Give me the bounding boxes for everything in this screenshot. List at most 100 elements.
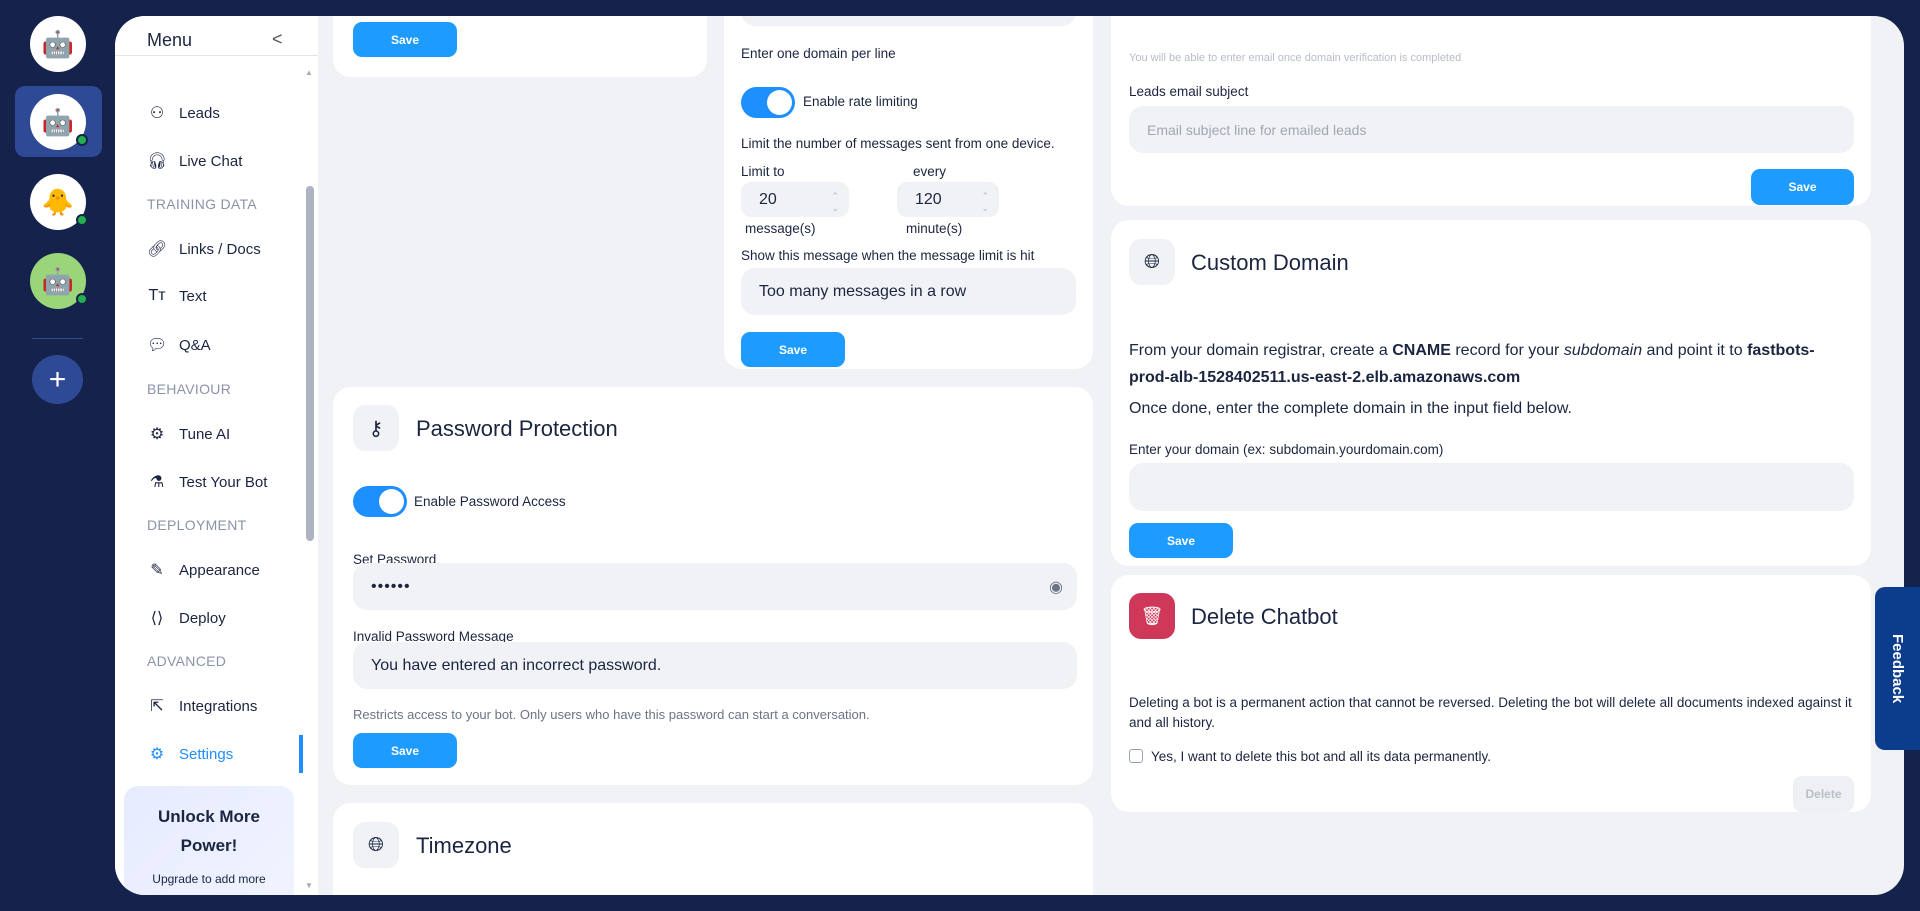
card-title: Custom Domain — [1191, 250, 1349, 275]
bot-avatar-1[interactable]: 🤖 — [30, 94, 88, 150]
save-button[interactable]: Save — [1751, 169, 1854, 205]
minute-interval-input[interactable]: 120 ⌃ ⌄ — [897, 182, 999, 217]
plus-icon: + — [48, 362, 67, 396]
limit-message-input[interactable]: Too many messages in a row — [741, 268, 1076, 315]
card-title: Password Protection — [416, 416, 618, 441]
leads-email-subject-input[interactable]: Email subject line for emailed leads — [1129, 106, 1854, 153]
text-icon: Tт — [148, 287, 166, 304]
bot-avatar-3[interactable]: 🤖 — [30, 253, 88, 309]
sidebar-menu: Menu < ▲ ▼ ⚇ Leads 🎧︎ Live Chat TRAINING D… — [115, 16, 318, 895]
domain-instructions: Once done, enter the complete domain in … — [1129, 400, 1572, 417]
key-icon: ⚷ — [353, 405, 399, 451]
scrollbar-thumb[interactable] — [306, 186, 314, 541]
sidebar-item-links-docs[interactable]: 🔗︎ Links / Docs — [147, 239, 261, 259]
sliders-icon: ⚙︎ — [149, 426, 165, 443]
eye-icon[interactable]: ◉ — [1049, 577, 1063, 597]
headset-icon: 🎧︎ — [147, 153, 168, 170]
section-behaviour: BEHAVIOUR — [147, 381, 232, 397]
rate-limiting-card: Enter one domain per line Enable rate li… — [724, 16, 1093, 369]
minutes-unit: minute(s) — [906, 221, 963, 236]
promo-text: Upgrade to add more — [152, 872, 266, 886]
delete-button[interactable]: Delete — [1793, 776, 1854, 812]
card-title: Delete Chatbot — [1191, 604, 1338, 629]
allowed-domains-input[interactable] — [741, 16, 1076, 26]
cname-instructions: From your domain registrar, create a CNA… — [1129, 342, 1815, 386]
menu-title: Menu — [147, 30, 193, 50]
limit-to-label: Limit to — [741, 164, 785, 179]
password-access-label: Enable Password Access — [414, 494, 566, 509]
sidebar-item-deploy[interactable]: ⟨⟩ Deploy — [147, 608, 226, 628]
rate-limiting-toggle[interactable] — [741, 87, 795, 118]
stepper-arrows-icon[interactable]: ⌃ ⌄ — [981, 190, 989, 214]
rail-divider — [32, 338, 83, 339]
sidebar-item-test-your-bot[interactable]: ⚗︎ Test Your Bot — [147, 472, 268, 492]
chat-bubbles-icon: 💬︎ — [147, 337, 168, 354]
bot-avatar-2[interactable]: 🐥 — [30, 174, 88, 230]
password-input[interactable]: •••••• ◉ — [353, 563, 1077, 610]
sidebar-item-settings[interactable]: ⚙︎ Settings — [147, 744, 233, 764]
domain-hint: Enter one domain per line — [741, 46, 896, 61]
section-training-data: TRAINING DATA — [147, 196, 257, 212]
link-icon: 🔗︎ — [147, 241, 168, 258]
invalid-password-message-input[interactable]: You have entered an incorrect password. — [353, 642, 1077, 689]
trash-icon: 🗑︎ — [1129, 593, 1175, 639]
sidebar-item-live-chat[interactable]: 🎧︎ Live Chat — [147, 151, 242, 171]
delete-confirm-label: Yes, I want to delete this bot and all i… — [1151, 749, 1491, 764]
flask-icon: ⚗︎ — [149, 474, 165, 491]
promo-title: Unlock More Power! — [157, 807, 261, 855]
save-button[interactable]: Save — [353, 733, 457, 768]
scroll-up-arrow[interactable]: ▲ — [305, 68, 313, 77]
top-left-card: Save — [333, 16, 707, 77]
domain-input[interactable] — [1129, 463, 1854, 511]
rate-limiting-label: Enable rate limiting — [803, 94, 918, 109]
domain-input-label: Enter your domain (ex: subdomain.yourdom… — [1129, 442, 1444, 457]
password-hint: Restricts access to your bot. Only users… — [353, 707, 870, 722]
globe-clock-icon: 🌐︎ — [353, 822, 399, 868]
sidebar-item-text[interactable]: Tт Text — [147, 287, 206, 305]
card-title: Timezone — [416, 833, 512, 858]
section-deployment: DEPLOYMENT — [147, 517, 247, 533]
online-status-dot — [76, 293, 88, 305]
leads-email-subject-label: Leads email subject — [1129, 84, 1249, 99]
custom-domain-card: 🌐︎ Custom Domain From your domain regist… — [1111, 220, 1871, 566]
bot-logo-avatar[interactable]: 🤖 — [30, 16, 86, 72]
sidebar-item-leads[interactable]: ⚇ Leads — [147, 103, 220, 123]
delete-confirm-checkbox[interactable] — [1129, 749, 1143, 763]
timezone-card: 🌐︎ Timezone — [333, 803, 1093, 895]
save-button[interactable]: Save — [1129, 523, 1233, 558]
rate-limit-description: Limit the number of messages sent from o… — [741, 136, 1055, 151]
add-bot-button[interactable]: + — [32, 355, 83, 404]
upgrade-promo[interactable]: Unlock More Power! Upgrade to add more — [124, 786, 294, 895]
delete-description: Deleting a bot is a permanent action tha… — [1129, 695, 1852, 730]
menu-header-divider — [115, 55, 318, 56]
stepper-arrows-icon[interactable]: ⌃ ⌄ — [831, 190, 839, 214]
password-protection-card: ⚷ Password Protection Enable Password Ac… — [333, 387, 1093, 785]
email-verification-notice: You will be able to enter email once dom… — [1129, 52, 1462, 64]
main-panel: Menu < ▲ ▼ ⚇ Leads 🎧︎ Live Chat TRAINING D… — [115, 16, 1904, 895]
limit-message-label: Show this message when the message limit… — [741, 248, 1035, 263]
sidebar-item-appearance[interactable]: ✎ Appearance — [147, 560, 260, 580]
globe-edit-icon: 🌐︎ — [1129, 239, 1175, 285]
collapse-menu-button[interactable]: < — [272, 29, 283, 50]
save-button[interactable]: Save — [353, 22, 457, 57]
scroll-down-arrow[interactable]: ▼ — [305, 881, 313, 890]
code-icon: ⟨⟩ — [150, 610, 164, 627]
every-label: every — [913, 164, 947, 179]
message-limit-input[interactable]: 20 ⌃ ⌄ — [741, 182, 849, 217]
magic-wand-icon: ✎ — [150, 562, 164, 579]
online-status-dot — [76, 214, 88, 226]
online-status-dot — [76, 134, 88, 146]
section-advanced: ADVANCED — [147, 653, 227, 669]
integrations-icon: ⇱ — [150, 698, 164, 715]
active-item-indicator — [299, 735, 303, 773]
sidebar-item-tune-ai[interactable]: ⚙︎ Tune AI — [147, 424, 230, 444]
save-button[interactable]: Save — [741, 332, 845, 367]
settings-sliders-icon: ⚙︎ — [149, 746, 165, 763]
leads-icon: ⚇ — [149, 105, 165, 122]
password-access-toggle[interactable] — [353, 486, 407, 517]
bot-rail: 🤖 🤖 🐥 🤖 + — [0, 0, 115, 911]
sidebar-item-qa[interactable]: 💬︎ Q&A — [147, 335, 211, 355]
feedback-tab[interactable]: Feedback — [1875, 587, 1920, 750]
delete-chatbot-card: 🗑︎ Delete Chatbot Deleting a bot is a pe… — [1111, 575, 1871, 812]
sidebar-item-integrations[interactable]: ⇱ Integrations — [147, 696, 257, 716]
